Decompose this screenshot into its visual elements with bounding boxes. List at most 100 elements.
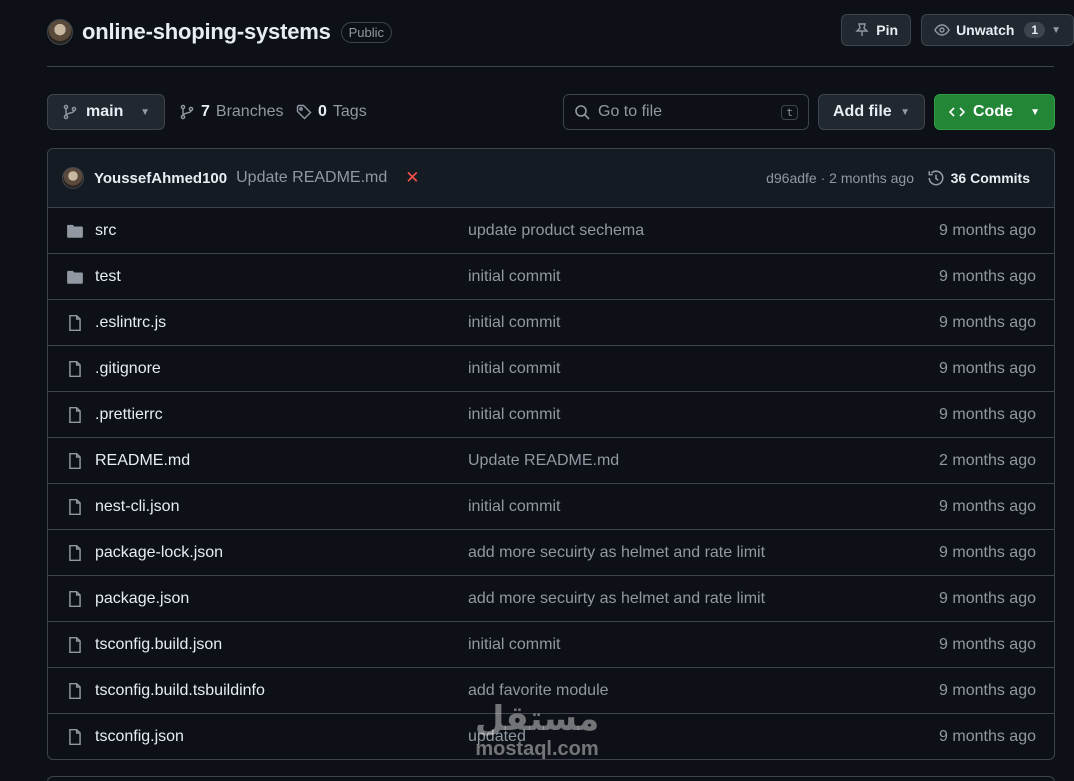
tags-count: 0 <box>318 103 327 120</box>
file-name-link[interactable]: tsconfig.json <box>95 728 184 746</box>
file-row[interactable]: tsconfig.build.json initial commit 9 month… <box>48 622 1054 668</box>
file-icon <box>66 452 84 470</box>
file-commit-time: 9 months ago <box>939 405 1036 423</box>
branch-icon <box>63 104 77 120</box>
file-commit-message[interactable]: updated <box>468 728 526 746</box>
search-icon <box>575 105 590 120</box>
file-commit-message[interactable]: update product sechema <box>468 222 644 240</box>
owner-avatar[interactable] <box>47 19 73 45</box>
add-file-label: Add file <box>833 103 892 120</box>
file-name-link[interactable]: README.md <box>95 452 190 470</box>
commits-history-link[interactable]: 36 Commits <box>927 169 1030 187</box>
file-row[interactable]: package.json add more secuirty as helmet … <box>48 576 1054 622</box>
file-name-link[interactable]: .gitignore <box>95 360 161 378</box>
file-commit-message[interactable]: initial commit <box>468 498 560 516</box>
tags-link[interactable]: 0 Tags <box>296 94 367 130</box>
pin-icon <box>855 23 869 36</box>
header-divider <box>47 66 1054 67</box>
file-row[interactable]: tsconfig.json updated 9 months ago <box>48 714 1054 759</box>
file-commit-time: 9 months ago <box>939 635 1036 653</box>
file-browser: YoussefAhmed100 Update README.md ✕ d96ad… <box>47 148 1055 760</box>
file-commit-time: 9 months ago <box>939 313 1036 331</box>
folder-icon <box>66 222 84 240</box>
file-commit-time: 9 months ago <box>939 221 1036 239</box>
repo-actions: Pin Unwatch 1 ▼ <box>841 14 1074 46</box>
file-commit-time: 9 months ago <box>939 497 1036 515</box>
branch-selector[interactable]: main ▼ <box>47 94 165 130</box>
file-name-link[interactable]: .prettierrc <box>95 406 163 424</box>
pin-label: Pin <box>876 22 899 38</box>
file-icon <box>66 360 84 378</box>
commit-hash-time[interactable]: d96adfe · 2 months ago <box>766 170 914 186</box>
chevron-down-icon: ▼ <box>900 106 910 118</box>
file-row[interactable]: README.md Update README.md 2 months ago <box>48 438 1054 484</box>
file-icon <box>66 406 84 424</box>
unwatch-label: Unwatch <box>956 22 1015 38</box>
file-commit-time: 9 months ago <box>939 728 1036 745</box>
branch-name: main <box>86 103 124 120</box>
repo-name[interactable]: online-shoping-systems <box>82 19 331 45</box>
file-icon <box>66 636 84 654</box>
pin-button[interactable]: Pin <box>841 14 912 46</box>
branches-link[interactable]: 7 Branches <box>179 94 284 130</box>
file-icon <box>66 314 84 332</box>
file-name-link[interactable]: package.json <box>95 590 189 608</box>
visibility-badge: Public <box>340 21 393 43</box>
file-commit-time: 9 months ago <box>939 543 1036 561</box>
file-commit-message[interactable]: add favorite module <box>468 682 609 700</box>
code-button[interactable]: Code ▼ <box>934 94 1055 130</box>
unwatch-button[interactable]: Unwatch 1 ▼ <box>921 14 1074 46</box>
history-icon <box>928 170 944 186</box>
file-row[interactable]: test initial commit 9 months ago <box>48 254 1054 300</box>
author-avatar[interactable] <box>62 167 84 189</box>
file-commit-message[interactable]: Update README.md <box>468 452 619 470</box>
file-row[interactable]: tsconfig.build.tsbuildinfo add favorite m… <box>48 668 1054 714</box>
branch-icon <box>180 104 194 120</box>
file-row[interactable]: nest-cli.json initial commit 9 months ago <box>48 484 1054 530</box>
search-input[interactable] <box>598 103 774 121</box>
latest-commit-bar: YoussefAhmed100 Update README.md ✕ d96ad… <box>48 149 1054 208</box>
file-commit-message[interactable]: initial commit <box>468 314 560 332</box>
file-commit-time: 9 months ago <box>939 267 1036 285</box>
file-name-link[interactable]: tsconfig.build.tsbuildinfo <box>95 682 265 700</box>
branches-count: 7 <box>201 103 210 120</box>
file-commit-time: 9 months ago <box>939 359 1036 377</box>
watch-count: 1 <box>1024 22 1046 38</box>
commit-author[interactable]: YoussefAhmed100 <box>94 170 227 187</box>
chevron-down-icon: ▼ <box>1051 24 1061 36</box>
ci-failed-icon[interactable]: ✕ <box>405 168 419 188</box>
repo-header: online-shoping-systems Public Pin Unwatc… <box>47 14 1074 50</box>
readme-box-edge <box>47 776 1055 781</box>
add-file-button[interactable]: Add file ▼ <box>818 94 925 130</box>
file-name-link[interactable]: nest-cli.json <box>95 498 179 516</box>
file-commit-message[interactable]: initial commit <box>468 636 560 654</box>
file-commit-message[interactable]: initial commit <box>468 406 560 424</box>
file-icon <box>66 544 84 562</box>
file-name-link[interactable]: tsconfig.build.json <box>95 636 222 654</box>
file-row[interactable]: .eslintrc.js initial commit 9 months ago <box>48 300 1054 346</box>
file-commit-message[interactable]: add more secuirty as helmet and rate lim… <box>468 590 765 608</box>
chevron-down-icon: ▼ <box>1030 106 1040 118</box>
file-row[interactable]: package-lock.json add more secuirty as he… <box>48 530 1054 576</box>
file-row[interactable]: .gitignore initial commit 9 months ago <box>48 346 1054 392</box>
file-commit-time: 9 months ago <box>939 589 1036 607</box>
file-commit-message[interactable]: initial commit <box>468 360 560 378</box>
code-label: Code <box>973 103 1013 120</box>
branches-label: Branches <box>215 103 284 120</box>
file-name-link[interactable]: test <box>95 268 121 286</box>
file-row[interactable]: src update product sechema 9 months ago <box>48 208 1054 254</box>
file-commit-message[interactable]: initial commit <box>468 268 560 286</box>
file-row[interactable]: .prettierrc initial commit 9 months ago <box>48 392 1054 438</box>
file-commit-message[interactable]: add more secuirty as helmet and rate lim… <box>468 544 765 562</box>
commit-message[interactable]: Update README.md <box>236 169 387 187</box>
code-icon <box>949 107 965 117</box>
file-name-link[interactable]: package-lock.json <box>95 544 223 562</box>
go-to-file-search[interactable]: t <box>563 94 809 130</box>
file-name-link[interactable]: .eslintrc.js <box>95 314 166 332</box>
file-name-link[interactable]: src <box>95 222 116 240</box>
file-list: src update product sechema 9 months ago tes… <box>48 208 1054 759</box>
file-icon <box>66 590 84 608</box>
file-commit-time: 9 months ago <box>939 681 1036 699</box>
commits-count: 36 Commits <box>950 170 1030 186</box>
tags-label: Tags <box>332 103 367 120</box>
